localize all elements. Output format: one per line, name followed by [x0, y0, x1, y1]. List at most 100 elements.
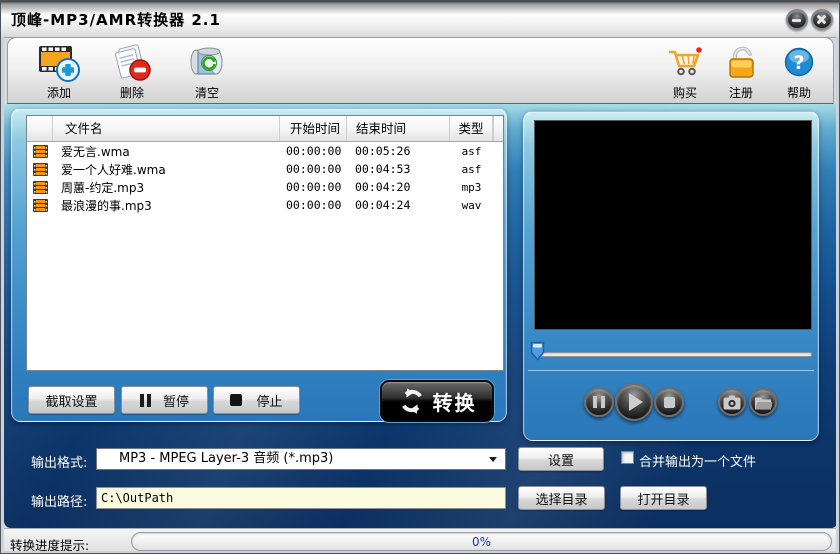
register-button-label: 注册 [728, 86, 753, 100]
file-name: 周蕙-约定.mp3 [61, 180, 145, 195]
header-start-time[interactable]: 开始时间 [280, 116, 347, 141]
chevron-down-icon [489, 457, 497, 462]
svg-text:?: ? [793, 52, 804, 74]
seek-slider-track[interactable] [536, 352, 812, 357]
file-name: 最浪漫的事.mp3 [61, 198, 152, 213]
convert-label: 转换 [432, 390, 477, 415]
shopping-cart-icon [663, 43, 707, 83]
file-list-panel: 文件名 开始时间 结束时间 类型 爱无言.wma 00:00:00 00:05:… [11, 108, 507, 422]
clear-button[interactable]: 清空 [177, 42, 237, 102]
capture-settings-label: 截取设置 [45, 394, 98, 410]
delete-file-icon [109, 43, 155, 83]
table-row[interactable]: 最浪漫的事.mp3 00:00:00 00:04:24 wav [27, 196, 503, 214]
player-pause-button[interactable] [584, 387, 614, 417]
pause-label: 暂停 [162, 394, 189, 410]
file-type: wav [461, 198, 482, 212]
header-end-time[interactable]: 结束时间 [347, 116, 450, 141]
table-row[interactable]: 爱无言.wma 00:00:00 00:05:26 asf [27, 142, 503, 160]
settings-button[interactable]: 设置 [518, 447, 604, 471]
buy-button[interactable]: 购买 [655, 42, 715, 102]
output-path-input[interactable] [96, 487, 506, 509]
minimize-icon [792, 19, 801, 22]
pause-icon [139, 393, 144, 407]
convert-refresh-icon [401, 388, 422, 414]
header-icon-column[interactable] [27, 116, 53, 141]
delete-button[interactable]: 删除 [102, 42, 162, 102]
file-start-time: 00:00:00 [286, 144, 342, 158]
add-file-icon [36, 43, 82, 83]
progress-bar: 0% [131, 532, 832, 551]
file-end-time: 00:04:53 [355, 162, 411, 176]
media-file-icon [32, 180, 48, 194]
help-icon: ? [779, 43, 819, 83]
file-end-time: 00:04:24 [355, 198, 411, 212]
merge-output-label: 合并输出为一个文件 [639, 455, 757, 470]
lock-icon [721, 43, 761, 83]
register-button[interactable]: 注册 [711, 42, 771, 102]
file-type: mp3 [461, 180, 482, 194]
file-start-time: 00:00:00 [286, 162, 342, 176]
camera-icon [723, 395, 741, 409]
header-extra [493, 116, 503, 141]
content-area: 文件名 开始时间 结束时间 类型 爱无言.wma 00:00:00 00:05:… [4, 104, 838, 528]
delete-button-label: 删除 [119, 86, 144, 100]
panel-divider [528, 370, 814, 371]
media-file-icon [32, 144, 48, 158]
file-list: 文件名 开始时间 结束时间 类型 爱无言.wma 00:00:00 00:05:… [26, 115, 504, 371]
output-path-label: 输出路径: [31, 495, 88, 510]
capture-settings-button[interactable]: 截取设置 [28, 386, 115, 414]
file-list-header: 文件名 开始时间 结束时间 类型 [27, 116, 503, 142]
table-row[interactable]: 爱一个人好难.wma 00:00:00 00:04:53 asf [27, 160, 503, 178]
pause-button[interactable]: 暂停 [121, 386, 208, 414]
window-frame-left [1, 37, 4, 553]
open-file-button[interactable] [749, 388, 777, 416]
open-directory-button[interactable]: 打开目录 [620, 486, 707, 510]
stop-button[interactable]: 停止 [213, 386, 300, 414]
seek-slider-thumb[interactable] [530, 341, 545, 361]
file-name: 爱无言.wma [61, 144, 130, 159]
file-type: asf [461, 162, 482, 176]
header-type[interactable]: 类型 [450, 116, 493, 141]
file-end-time: 00:05:26 [355, 144, 411, 158]
file-start-time: 00:00:00 [286, 180, 342, 194]
stop-icon [230, 394, 243, 406]
player-pause-icon [593, 396, 597, 408]
file-type: asf [461, 144, 482, 158]
output-format-select[interactable]: MP3 - MPEG Layer-3 音频 (*.mp3) [96, 448, 506, 470]
preview-panel [523, 111, 819, 441]
snapshot-button[interactable] [718, 388, 746, 416]
title-bar[interactable]: 顶峰-MP3/AMR转换器 2.1 [1, 1, 839, 38]
add-button[interactable]: 添加 [29, 42, 89, 102]
output-format-value: MP3 - MPEG Layer-3 音频 (*.mp3) [119, 451, 334, 466]
player-play-button[interactable] [615, 383, 653, 421]
window-frame-bottom [1, 551, 839, 553]
file-start-time: 00:00:00 [286, 198, 342, 212]
player-stop-icon [663, 396, 675, 408]
folder-icon [755, 397, 772, 409]
choose-directory-button[interactable]: 选择目录 [518, 486, 605, 510]
window-frame-right [836, 37, 839, 553]
table-row[interactable]: 周蕙-约定.mp3 00:00:00 00:04:20 mp3 [27, 178, 503, 196]
progress-value: 0% [471, 534, 492, 549]
choose-directory-label: 选择目录 [535, 492, 588, 508]
media-file-icon [32, 162, 48, 176]
media-file-icon [32, 198, 48, 212]
toolbar: 添加 删除 清空 购买 注册 ? 帮助 [7, 37, 834, 104]
add-button-label: 添加 [46, 86, 71, 100]
clear-button-label: 清空 [194, 86, 219, 100]
convert-button[interactable]: 转换 [380, 380, 494, 422]
help-button[interactable]: ? 帮助 [769, 42, 829, 102]
close-button[interactable] [811, 9, 833, 30]
file-end-time: 00:04:20 [355, 180, 411, 194]
clear-list-icon [184, 43, 230, 83]
player-stop-button[interactable] [654, 387, 684, 417]
file-name: 爱一个人好难.wma [61, 162, 166, 177]
merge-output-checkbox[interactable] [621, 451, 634, 464]
output-format-label: 输出格式: [31, 456, 88, 471]
minimize-button[interactable] [786, 9, 808, 30]
player-play-icon [629, 393, 643, 411]
settings-label: 设置 [547, 453, 574, 469]
video-preview [534, 120, 812, 330]
app-window: 顶峰-MP3/AMR转换器 2.1 添加 删除 清空 购买 注册 ? 帮助 文件… [0, 0, 840, 554]
header-filename[interactable]: 文件名 [53, 116, 280, 141]
